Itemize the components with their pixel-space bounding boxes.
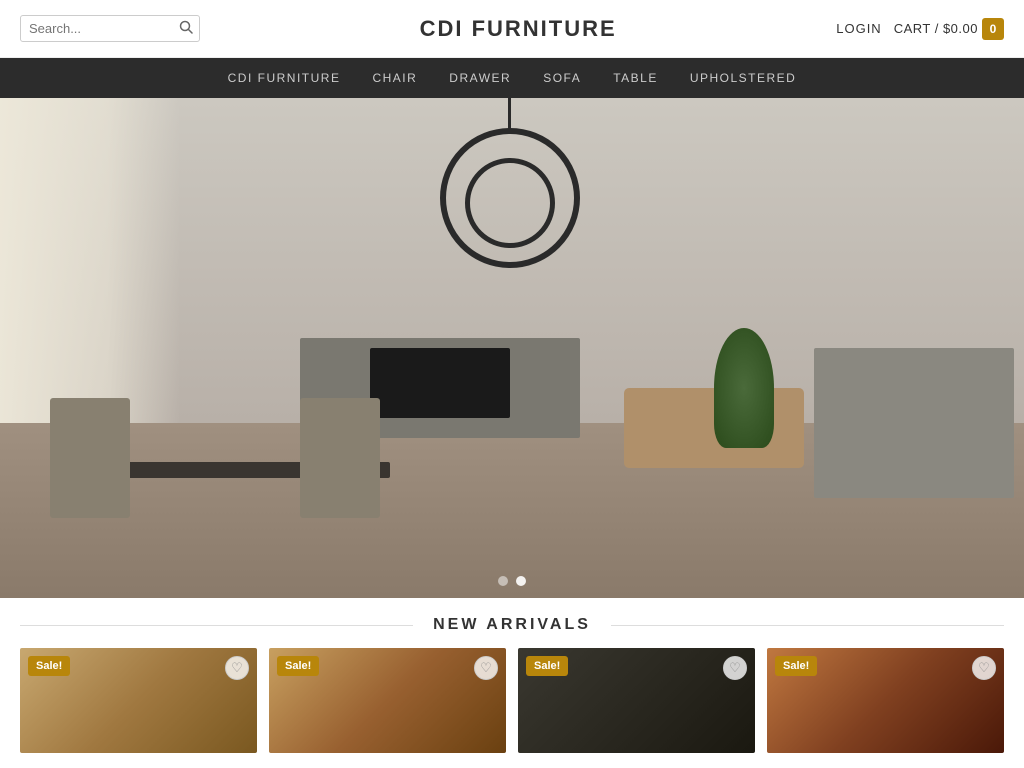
- new-arrivals-section: NEW ARRIVALS Sale! ♡ Sale! ♡ Sale! ♡ Sal…: [0, 598, 1024, 768]
- site-title: CDI FURNITURE: [420, 16, 617, 42]
- nav-item-drawer[interactable]: DRAWER: [449, 71, 511, 85]
- nav-item-cdi-furniture[interactable]: CDI FURNITURE: [228, 71, 341, 85]
- header-right: LOGIN CART / $0.00 0: [836, 18, 1004, 40]
- nav-item-table[interactable]: TABLE: [613, 71, 658, 85]
- nav-item-sofa[interactable]: SOFA: [543, 71, 581, 85]
- dresser: [814, 348, 1014, 498]
- pendant-inner-ring: [465, 158, 555, 248]
- tv-screen: [370, 348, 510, 418]
- slider-dot-1[interactable]: [498, 576, 508, 586]
- slider-dots: [498, 576, 526, 586]
- search-container: [20, 15, 200, 42]
- pendant-light: [430, 98, 590, 298]
- site-header: CDI FURNITURE LOGIN CART / $0.00 0: [0, 0, 1024, 58]
- login-link[interactable]: LOGIN: [836, 21, 881, 36]
- product-grid: Sale! ♡ Sale! ♡ Sale! ♡ Sale! ♡: [20, 648, 1004, 753]
- nav-item-upholstered[interactable]: UPHOLSTERED: [690, 71, 797, 85]
- product-card-3[interactable]: Sale! ♡: [518, 648, 755, 753]
- product-card-1[interactable]: Sale! ♡: [20, 648, 257, 753]
- chair-left: [50, 398, 130, 518]
- wishlist-icon-4[interactable]: ♡: [972, 656, 996, 680]
- product-card-2[interactable]: Sale! ♡: [269, 648, 506, 753]
- search-input[interactable]: [29, 21, 179, 36]
- sale-badge-2: Sale!: [277, 656, 319, 676]
- sale-badge-4: Sale!: [775, 656, 817, 676]
- cart-text: CART / $0.00: [894, 21, 978, 36]
- cart-area[interactable]: CART / $0.00 0: [894, 18, 1004, 40]
- nav-item-chair[interactable]: CHAIR: [372, 71, 417, 85]
- cart-badge: 0: [982, 18, 1004, 40]
- wishlist-icon-2[interactable]: ♡: [474, 656, 498, 680]
- wishlist-icon-3[interactable]: ♡: [723, 656, 747, 680]
- sale-badge-1: Sale!: [28, 656, 70, 676]
- slider-dot-2[interactable]: [516, 576, 526, 586]
- hero-slider: [0, 98, 1024, 598]
- sale-badge-3: Sale!: [526, 656, 568, 676]
- hero-scene: [0, 98, 1024, 598]
- search-button[interactable]: [179, 20, 193, 37]
- wishlist-icon-1[interactable]: ♡: [225, 656, 249, 680]
- section-header: NEW ARRIVALS: [20, 616, 1004, 634]
- chair-right: [300, 398, 380, 518]
- product-card-4[interactable]: Sale! ♡: [767, 648, 1004, 753]
- section-title: NEW ARRIVALS: [413, 616, 611, 634]
- plant: [714, 328, 774, 448]
- main-nav: CDI FURNITURE CHAIR DRAWER SOFA TABLE UP…: [0, 58, 1024, 98]
- section-line-right: [611, 625, 1004, 626]
- section-line-left: [20, 625, 413, 626]
